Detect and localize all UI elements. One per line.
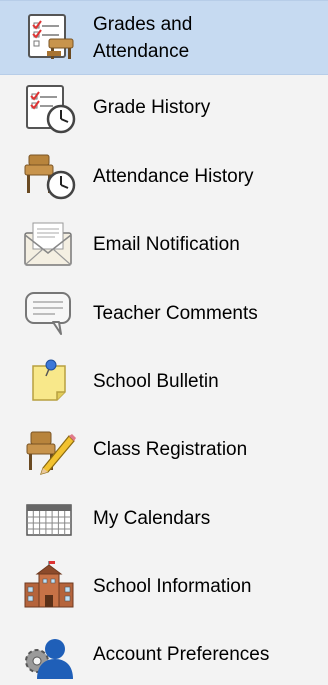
teacher-comments-icon xyxy=(19,288,79,340)
attendance-history-icon xyxy=(19,151,79,203)
email-notification-icon xyxy=(19,219,79,271)
grades-attendance-icon xyxy=(19,10,79,62)
menu-item-label: Grade History xyxy=(93,97,211,118)
menu-item-label: School Information xyxy=(93,576,252,597)
menu-item-label: Email Notification xyxy=(93,234,240,255)
menu-item-label: Grades and Attendance xyxy=(93,14,193,62)
menu-item-label: Account Preferences xyxy=(93,644,270,665)
menu-item-label: My Calendars xyxy=(93,508,211,529)
menu-item-attendance-history[interactable]: Attendance History xyxy=(0,148,328,206)
menu-item-label: Teacher Comments xyxy=(93,303,258,324)
sidebar-menu: Grades and Attendance Grade History Atte… xyxy=(0,0,328,685)
calendar-icon xyxy=(19,493,79,545)
school-bulletin-icon xyxy=(19,356,79,408)
menu-item-school-information[interactable]: School Information xyxy=(0,558,328,616)
account-preferences-icon xyxy=(19,629,79,681)
menu-item-grade-history[interactable]: Grade History xyxy=(0,80,328,138)
menu-item-my-calendars[interactable]: My Calendars xyxy=(0,490,328,548)
class-registration-icon xyxy=(19,424,79,476)
menu-item-school-bulletin[interactable]: School Bulletin xyxy=(0,353,328,411)
grade-history-icon xyxy=(19,83,79,135)
menu-item-email-notification[interactable]: Email Notification xyxy=(0,216,328,274)
menu-item-label: Class Registration xyxy=(93,439,248,460)
menu-item-teacher-comments[interactable]: Teacher Comments xyxy=(0,285,328,343)
menu-item-account-preferences[interactable]: Account Preferences xyxy=(0,626,328,684)
school-building-icon xyxy=(19,561,79,613)
menu-item-label: Attendance History xyxy=(93,166,254,187)
menu-item-class-registration[interactable]: Class Registration xyxy=(0,421,328,479)
menu-item-grades-and-attendance[interactable]: Grades and Attendance xyxy=(0,0,328,75)
menu-item-label: School Bulletin xyxy=(93,371,219,392)
